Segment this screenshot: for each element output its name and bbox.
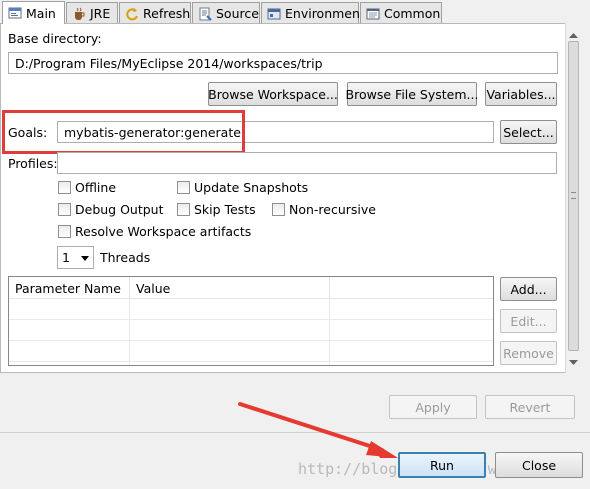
- main-config-icon: [8, 6, 22, 20]
- tab-label: Main: [26, 5, 56, 21]
- tab-main[interactable]: Main: [2, 1, 65, 24]
- annotation-arrow: [238, 402, 398, 458]
